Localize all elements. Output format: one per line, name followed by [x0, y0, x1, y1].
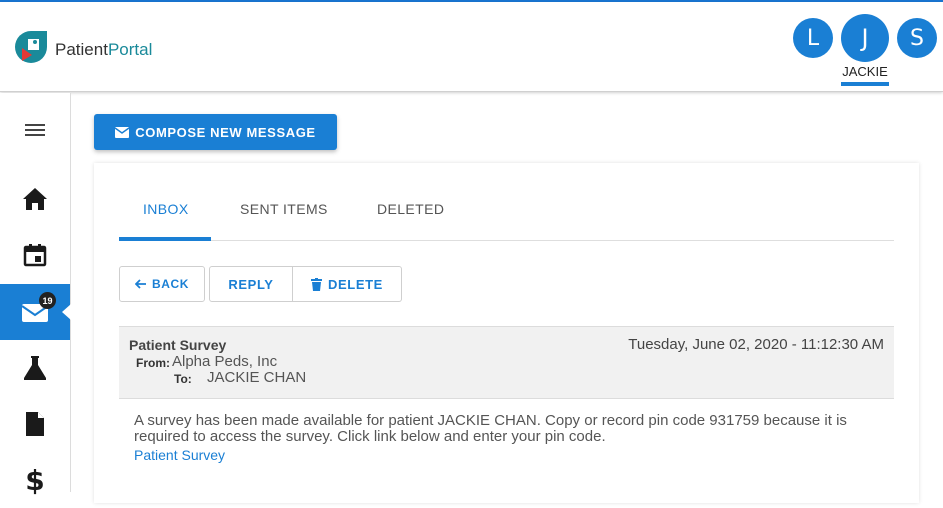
sidebar-item-messages[interactable]: 19: [0, 284, 71, 340]
message-body: A survey has been made available for pat…: [134, 412, 847, 445]
arrow-left-icon: [134, 279, 146, 289]
compose-label: COMPOSE NEW MESSAGE: [135, 124, 316, 140]
reply-button[interactable]: REPLY: [209, 266, 293, 302]
tab-inbox[interactable]: INBOX: [143, 201, 189, 217]
sidebar-item-lab[interactable]: [0, 340, 70, 396]
sidebar: 19 $: [0, 93, 71, 496]
message-card: INBOX SENT ITEMS DELETED BACK REPLY DELE…: [94, 163, 919, 503]
active-pointer: [62, 304, 71, 320]
logo-mark-icon: [15, 31, 47, 63]
tab-deleted[interactable]: DELETED: [377, 201, 444, 217]
sidebar-item-billing[interactable]: $: [0, 452, 70, 508]
logo-text-portal: Portal: [107, 40, 153, 59]
delete-button[interactable]: DELETE: [293, 266, 402, 302]
lab-flask-icon: [24, 356, 46, 380]
menu-icon: [25, 124, 45, 136]
patient-portal-logo[interactable]: PatientPortal: [12, 28, 152, 66]
app-header: PatientPortal L J JACKIE S: [0, 2, 943, 92]
sidebar-item-menu[interactable]: [0, 102, 70, 158]
svg-text:$: $: [25, 464, 44, 496]
logo-text-patient: Patient: [55, 40, 108, 59]
active-tab-indicator: [119, 237, 211, 241]
trash-icon: [311, 277, 323, 291]
back-button[interactable]: BACK: [119, 266, 205, 302]
avatar-l[interactable]: L: [793, 18, 833, 58]
mailbox-tabs: INBOX SENT ITEMS DELETED: [119, 163, 894, 241]
avatar-j-name: JACKIE: [841, 64, 889, 86]
document-icon: [26, 412, 44, 436]
sidebar-item-calendar[interactable]: [0, 227, 70, 283]
envelope-icon: [115, 126, 130, 138]
sidebar-item-home[interactable]: [0, 171, 70, 227]
reply-label: REPLY: [228, 276, 274, 292]
logo-text: PatientPortal: [55, 40, 152, 60]
back-label: BACK: [151, 277, 190, 291]
avatar-s[interactable]: S: [897, 18, 937, 58]
dollar-icon: $: [25, 464, 44, 496]
message-subject: Patient Survey: [129, 337, 227, 353]
avatar-j[interactable]: J: [841, 14, 889, 62]
avatar-l-wrap: L: [793, 18, 833, 58]
patient-survey-link[interactable]: Patient Survey: [134, 447, 225, 463]
sidebar-item-documents[interactable]: [0, 396, 70, 452]
home-icon: [23, 188, 47, 210]
message-actions: BACK REPLY DELETE: [119, 266, 402, 302]
compose-new-message-button[interactable]: COMPOSE NEW MESSAGE: [94, 114, 337, 150]
unread-badge: 19: [39, 292, 56, 309]
message-date: Tuesday, June 02, 2020 - 11:12:30 AM: [628, 336, 884, 353]
calendar-icon: [23, 244, 47, 267]
message-header: Patient Survey Tuesday, June 02, 2020 - …: [119, 326, 894, 399]
delete-label: DELETE: [328, 276, 383, 292]
user-switcher: L J JACKIE S: [785, 14, 937, 86]
from-label: From:: [136, 356, 170, 370]
avatar-s-wrap: S: [897, 18, 937, 58]
to-value: JACKIE CHAN: [207, 369, 307, 386]
to-label: To:: [174, 372, 192, 386]
tab-sent-items[interactable]: SENT ITEMS: [240, 201, 328, 217]
avatar-j-wrap: J JACKIE: [841, 14, 889, 86]
from-value: Alpha Peds, Inc: [172, 353, 278, 370]
